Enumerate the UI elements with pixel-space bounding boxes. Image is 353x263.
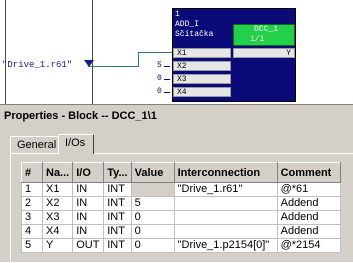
output-pin-y[interactable]: Y (233, 48, 295, 58)
block-type: ADD_I (175, 20, 200, 29)
connection-wire[interactable] (138, 52, 172, 53)
cell-comment[interactable]: Addend (276, 224, 341, 239)
dcc-name: DCC_1 (254, 25, 279, 34)
pin-tick (164, 79, 170, 80)
column-header-name[interactable]: Na... (41, 162, 74, 183)
cell-name[interactable]: X4 (41, 224, 74, 239)
cell-type[interactable]: INT (103, 238, 132, 253)
tab-ios[interactable]: I/Os (58, 134, 94, 154)
block-header: 1 ADD_I Sčítačka (173, 9, 213, 40)
sheet-border-line (92, 0, 93, 104)
cell-io[interactable]: OUT (72, 238, 105, 253)
table-row[interactable]: 4 X4 IN INT 0 Addend (21, 224, 341, 239)
pin-tick (164, 66, 170, 67)
table-row[interactable]: 1 X1 IN INT "Drive_1.r61" @*61 (21, 182, 341, 197)
cell-type[interactable]: INT (103, 210, 132, 225)
cell-interconnection[interactable] (173, 210, 278, 225)
cell-io[interactable]: IN (72, 224, 105, 239)
cell-value[interactable]: 0 (130, 210, 175, 225)
cell-type[interactable]: INT (103, 182, 132, 197)
column-header-comment[interactable]: Comment (276, 162, 341, 183)
column-header-type[interactable]: Ty... (103, 162, 132, 183)
cell-name[interactable]: X2 (41, 196, 74, 211)
table-row[interactable]: 5 Y OUT INT 0 "Drive_1.p2154[0]" @*2154 (21, 238, 341, 253)
cell-value[interactable] (130, 182, 175, 197)
block-name: Sčítačka (175, 30, 214, 39)
tab-general[interactable]: General (10, 136, 60, 153)
input-pin-x2[interactable]: X2 (173, 61, 231, 71)
cell-interconnection[interactable]: "Drive_1.r61" (173, 182, 278, 197)
cell-comment[interactable]: Addend (276, 210, 341, 225)
cell-number: 5 (21, 238, 43, 253)
input-pin-x1[interactable]: X1 (173, 48, 231, 58)
cell-name[interactable]: X3 (41, 210, 74, 225)
window-title[interactable]: Properties - Block -- DCC_1\1 (0, 105, 353, 127)
input-pin-x3[interactable]: X3 (173, 74, 231, 84)
cell-comment[interactable]: @*61 (276, 182, 341, 197)
cell-number: 4 (21, 224, 43, 239)
block-number: 1 (175, 10, 180, 19)
cell-name[interactable]: X1 (41, 182, 74, 197)
connection-wire[interactable] (138, 52, 139, 67)
sheet-border-line (5, 0, 6, 104)
cell-io[interactable]: IN (72, 196, 105, 211)
cell-number: 2 (21, 196, 43, 211)
input-pin-x4[interactable]: X4 (173, 87, 231, 97)
column-header-number[interactable]: # (21, 162, 43, 183)
pin-value-x3: 0 (157, 74, 162, 83)
cell-value[interactable]: 0 (130, 224, 175, 239)
cell-interconnection[interactable] (173, 196, 278, 211)
io-table: # Na... I/O Ty... Value Interconnection … (21, 162, 341, 253)
column-header-interconnection[interactable]: Interconnection (173, 162, 278, 183)
cell-comment[interactable]: @*2154 (276, 238, 341, 253)
table-header-row: # Na... I/O Ty... Value Interconnection … (21, 162, 341, 183)
cell-interconnection[interactable] (173, 224, 278, 239)
cell-interconnection[interactable]: "Drive_1.p2154[0]" (173, 238, 278, 253)
cell-comment[interactable]: Addend (276, 196, 341, 211)
table-row[interactable]: 2 X2 IN INT 5 Addend (21, 196, 341, 211)
dcc-sub: 1/1 (250, 35, 265, 44)
connection-wire[interactable] (88, 66, 138, 67)
cell-type[interactable]: INT (103, 196, 132, 211)
cell-value[interactable]: 0 (130, 238, 175, 253)
signal-label[interactable]: "Drive_1.r61" (2, 60, 72, 70)
add-block[interactable]: 1 ADD_I Sčítačka X1 X2 X3 X4 Y (172, 8, 296, 102)
chart-canvas[interactable]: "Drive_1.r61" 5 0 0 1 ADD_I Sčítačka X1 … (0, 0, 353, 104)
column-header-value[interactable]: Value (130, 162, 175, 183)
cell-type[interactable]: INT (103, 224, 132, 239)
table-row[interactable]: 3 X3 IN INT 0 Addend (21, 210, 341, 225)
pin-value-x2: 5 (157, 61, 162, 70)
cell-number: 1 (21, 182, 43, 197)
pin-tick (164, 92, 170, 93)
column-header-io[interactable]: I/O (72, 162, 105, 183)
cell-number: 3 (21, 210, 43, 225)
properties-window: Properties - Block -- DCC_1\1 General I/… (0, 104, 353, 263)
cell-io[interactable]: IN (72, 210, 105, 225)
cell-io[interactable]: IN (72, 182, 105, 197)
dcc-block[interactable]: DCC_1 1/1 (233, 24, 295, 46)
tab-panel-ios: # Na... I/O Ty... Value Interconnection … (10, 153, 353, 263)
cell-name[interactable]: Y (41, 238, 74, 253)
pin-value-x4: 0 (157, 87, 162, 96)
cell-value[interactable]: 5 (130, 196, 175, 211)
